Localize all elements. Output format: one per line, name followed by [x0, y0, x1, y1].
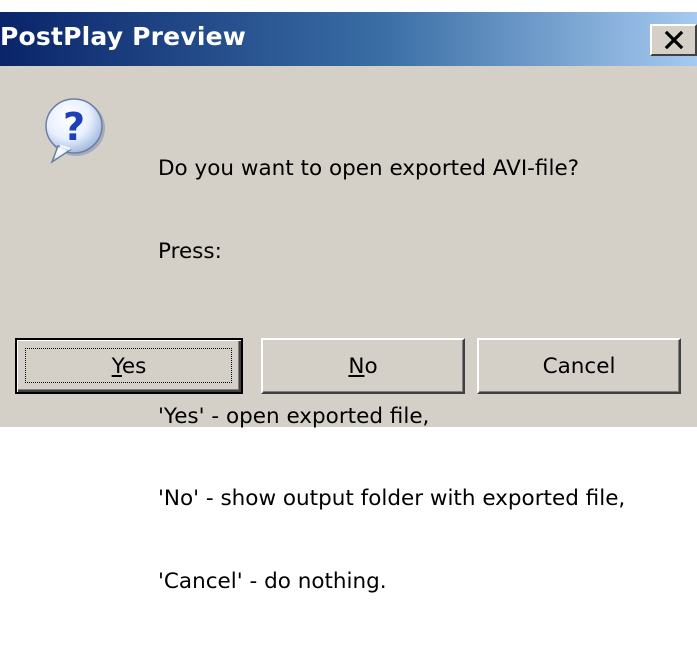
close-icon: [664, 31, 683, 49]
question-icon: ?: [40, 96, 110, 168]
message-line-2: Press:: [158, 238, 222, 264]
message-line-5: 'No' - show output folder with exported …: [158, 486, 626, 511]
message-line-4: 'Yes' - open exported file,: [158, 403, 430, 429]
title-bar[interactable]: PostPlay Preview: [0, 12, 697, 66]
no-button[interactable]: No: [261, 338, 465, 394]
message-line-6: 'Cancel' - do nothing.: [158, 568, 387, 594]
close-button[interactable]: [650, 24, 697, 56]
yes-button-label: Yes: [111, 353, 147, 379]
cancel-button-label: Cancel: [542, 353, 616, 379]
dialog-title: PostPlay Preview: [0, 22, 247, 51]
svg-text:?: ?: [63, 105, 85, 149]
message-line-1: Do you want to open exported AVI-file?: [158, 156, 580, 181]
yes-button[interactable]: Yes: [15, 338, 243, 394]
message-dialog: PostPlay Preview ? Do you want to open e: [0, 12, 697, 594]
no-button-label: No: [348, 353, 378, 379]
cancel-button[interactable]: Cancel: [477, 338, 681, 394]
